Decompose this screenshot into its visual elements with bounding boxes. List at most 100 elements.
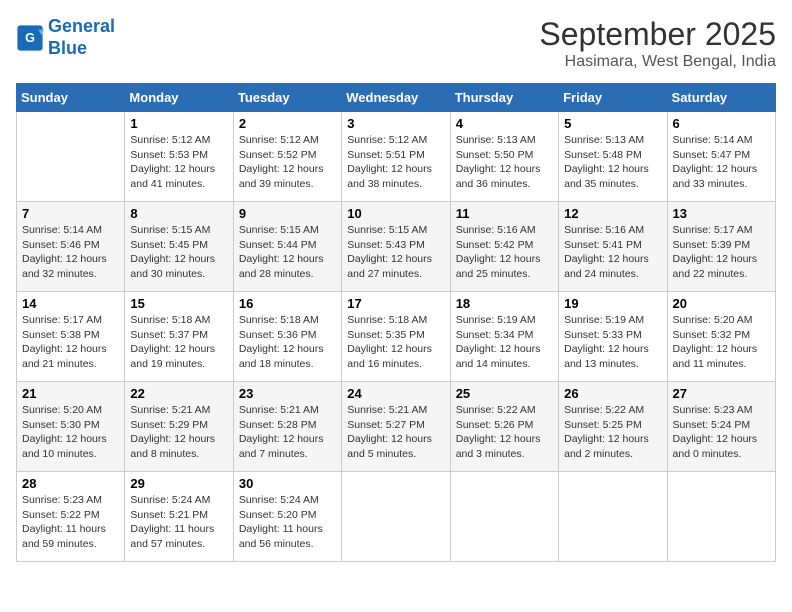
day-info: Sunrise: 5:20 AM Sunset: 5:32 PM Dayligh… bbox=[673, 313, 770, 372]
weekday-header-saturday: Saturday bbox=[667, 84, 775, 112]
day-info: Sunrise: 5:18 AM Sunset: 5:35 PM Dayligh… bbox=[347, 313, 444, 372]
day-number: 26 bbox=[564, 386, 661, 401]
calendar-cell: 23Sunrise: 5:21 AM Sunset: 5:28 PM Dayli… bbox=[233, 382, 341, 472]
calendar-cell: 7 Sunrise: 5:14 AM Sunset: 5:46 PM Daylig… bbox=[17, 202, 125, 292]
calendar-cell: 30 Sunrise: 5:24 AM Sunset: 5:20 PM Dayli… bbox=[233, 472, 341, 562]
day-info: Sunrise: 5:12 AM Sunset: 5:53 PM Dayligh… bbox=[130, 133, 227, 192]
day-number: 30 bbox=[239, 476, 336, 491]
month-title: September 2025 bbox=[539, 16, 776, 53]
weekday-header-tuesday: Tuesday bbox=[233, 84, 341, 112]
weekday-header-wednesday: Wednesday bbox=[342, 84, 450, 112]
day-info: Sunrise: 5:22 AM Sunset: 5:25 PM Dayligh… bbox=[564, 403, 661, 462]
day-number: 21 bbox=[22, 386, 119, 401]
day-number: 11 bbox=[456, 206, 553, 221]
day-info: Sunrise: 5:21 AM Sunset: 5:27 PM Dayligh… bbox=[347, 403, 444, 462]
day-number: 18 bbox=[456, 296, 553, 311]
logo-icon: G bbox=[16, 24, 44, 52]
day-info: Sunrise: 5:13 AM Sunset: 5:50 PM Dayligh… bbox=[456, 133, 553, 192]
day-info: Sunrise: 5:15 AM Sunset: 5:43 PM Dayligh… bbox=[347, 223, 444, 282]
svg-text:G: G bbox=[25, 31, 35, 45]
calendar-cell: 4Sunrise: 5:13 AM Sunset: 5:50 PM Daylig… bbox=[450, 112, 558, 202]
calendar-cell: 29Sunrise: 5:24 AM Sunset: 5:21 PM Dayli… bbox=[125, 472, 233, 562]
day-info: Sunrise: 5:17 AM Sunset: 5:39 PM Dayligh… bbox=[673, 223, 770, 282]
header: G General Blue September 2025 Hasimara, … bbox=[16, 16, 776, 71]
day-info: Sunrise: 5:13 AM Sunset: 5:48 PM Dayligh… bbox=[564, 133, 661, 192]
calendar-cell: 13Sunrise: 5:17 AM Sunset: 5:39 PM Dayli… bbox=[667, 202, 775, 292]
calendar-cell: 14 Sunrise: 5:17 AM Sunset: 5:38 PM Dayli… bbox=[17, 292, 125, 382]
calendar-week-2: 7 Sunrise: 5:14 AM Sunset: 5:46 PM Daylig… bbox=[17, 202, 776, 292]
calendar-cell: 15Sunrise: 5:18 AM Sunset: 5:37 PM Dayli… bbox=[125, 292, 233, 382]
day-info: Sunrise: 5:14 AM Sunset: 5:46 PM Dayligh… bbox=[22, 223, 119, 282]
calendar-cell: 18 Sunrise: 5:19 AM Sunset: 5:34 PM Dayli… bbox=[450, 292, 558, 382]
day-number: 19 bbox=[564, 296, 661, 311]
day-number: 14 bbox=[22, 296, 119, 311]
day-number: 1 bbox=[130, 116, 227, 131]
calendar-cell bbox=[559, 472, 667, 562]
day-number: 17 bbox=[347, 296, 444, 311]
day-info: Sunrise: 5:20 AM Sunset: 5:30 PM Dayligh… bbox=[22, 403, 119, 462]
calendar-cell: 5Sunrise: 5:13 AM Sunset: 5:48 PM Daylig… bbox=[559, 112, 667, 202]
day-info: Sunrise: 5:14 AM Sunset: 5:47 PM Dayligh… bbox=[673, 133, 770, 192]
day-info: Sunrise: 5:17 AM Sunset: 5:38 PM Dayligh… bbox=[22, 313, 119, 372]
calendar-cell: 6 Sunrise: 5:14 AM Sunset: 5:47 PM Daylig… bbox=[667, 112, 775, 202]
calendar-cell: 26 Sunrise: 5:22 AM Sunset: 5:25 PM Dayli… bbox=[559, 382, 667, 472]
calendar-cell: 27 Sunrise: 5:23 AM Sunset: 5:24 PM Dayli… bbox=[667, 382, 775, 472]
day-number: 2 bbox=[239, 116, 336, 131]
day-number: 6 bbox=[673, 116, 770, 131]
day-info: Sunrise: 5:12 AM Sunset: 5:52 PM Dayligh… bbox=[239, 133, 336, 192]
weekday-header-sunday: Sunday bbox=[17, 84, 125, 112]
calendar-cell: 24Sunrise: 5:21 AM Sunset: 5:27 PM Dayli… bbox=[342, 382, 450, 472]
day-number: 12 bbox=[564, 206, 661, 221]
day-info: Sunrise: 5:22 AM Sunset: 5:26 PM Dayligh… bbox=[456, 403, 553, 462]
logo-text: General Blue bbox=[48, 16, 115, 59]
day-info: Sunrise: 5:12 AM Sunset: 5:51 PM Dayligh… bbox=[347, 133, 444, 192]
calendar-table: SundayMondayTuesdayWednesdayThursdayFrid… bbox=[16, 83, 776, 562]
weekday-header-row: SundayMondayTuesdayWednesdayThursdayFrid… bbox=[17, 84, 776, 112]
title-area: September 2025 Hasimara, West Bengal, In… bbox=[539, 16, 776, 71]
day-info: Sunrise: 5:16 AM Sunset: 5:42 PM Dayligh… bbox=[456, 223, 553, 282]
weekday-header-thursday: Thursday bbox=[450, 84, 558, 112]
location-subtitle: Hasimara, West Bengal, India bbox=[539, 53, 776, 71]
day-info: Sunrise: 5:15 AM Sunset: 5:45 PM Dayligh… bbox=[130, 223, 227, 282]
day-number: 27 bbox=[673, 386, 770, 401]
day-number: 29 bbox=[130, 476, 227, 491]
logo: G General Blue bbox=[16, 16, 115, 59]
day-number: 28 bbox=[22, 476, 119, 491]
day-info: Sunrise: 5:15 AM Sunset: 5:44 PM Dayligh… bbox=[239, 223, 336, 282]
calendar-cell: 12 Sunrise: 5:16 AM Sunset: 5:41 PM Dayli… bbox=[559, 202, 667, 292]
day-number: 22 bbox=[130, 386, 227, 401]
weekday-header-monday: Monday bbox=[125, 84, 233, 112]
day-number: 16 bbox=[239, 296, 336, 311]
calendar-cell: 28Sunrise: 5:23 AM Sunset: 5:22 PM Dayli… bbox=[17, 472, 125, 562]
calendar-cell: 2 Sunrise: 5:12 AM Sunset: 5:52 PM Daylig… bbox=[233, 112, 341, 202]
weekday-header-friday: Friday bbox=[559, 84, 667, 112]
day-info: Sunrise: 5:23 AM Sunset: 5:24 PM Dayligh… bbox=[673, 403, 770, 462]
day-number: 15 bbox=[130, 296, 227, 311]
calendar-week-4: 21 Sunrise: 5:20 AM Sunset: 5:30 PM Dayli… bbox=[17, 382, 776, 472]
calendar-cell: 3Sunrise: 5:12 AM Sunset: 5:51 PM Daylig… bbox=[342, 112, 450, 202]
day-info: Sunrise: 5:16 AM Sunset: 5:41 PM Dayligh… bbox=[564, 223, 661, 282]
day-info: Sunrise: 5:21 AM Sunset: 5:29 PM Dayligh… bbox=[130, 403, 227, 462]
calendar-cell: 1 Sunrise: 5:12 AM Sunset: 5:53 PM Daylig… bbox=[125, 112, 233, 202]
calendar-cell: 22 Sunrise: 5:21 AM Sunset: 5:29 PM Dayli… bbox=[125, 382, 233, 472]
calendar-cell: 25Sunrise: 5:22 AM Sunset: 5:26 PM Dayli… bbox=[450, 382, 558, 472]
calendar-cell: 9Sunrise: 5:15 AM Sunset: 5:44 PM Daylig… bbox=[233, 202, 341, 292]
calendar-cell bbox=[667, 472, 775, 562]
day-number: 7 bbox=[22, 206, 119, 221]
day-info: Sunrise: 5:19 AM Sunset: 5:33 PM Dayligh… bbox=[564, 313, 661, 372]
calendar-week-3: 14 Sunrise: 5:17 AM Sunset: 5:38 PM Dayli… bbox=[17, 292, 776, 382]
day-number: 23 bbox=[239, 386, 336, 401]
calendar-week-1: 1 Sunrise: 5:12 AM Sunset: 5:53 PM Daylig… bbox=[17, 112, 776, 202]
calendar-cell: 17 Sunrise: 5:18 AM Sunset: 5:35 PM Dayli… bbox=[342, 292, 450, 382]
day-info: Sunrise: 5:18 AM Sunset: 5:36 PM Dayligh… bbox=[239, 313, 336, 372]
day-number: 20 bbox=[673, 296, 770, 311]
calendar-cell: 11 Sunrise: 5:16 AM Sunset: 5:42 PM Dayli… bbox=[450, 202, 558, 292]
calendar-cell: 20 Sunrise: 5:20 AM Sunset: 5:32 PM Dayli… bbox=[667, 292, 775, 382]
calendar-cell bbox=[450, 472, 558, 562]
calendar-cell bbox=[17, 112, 125, 202]
day-info: Sunrise: 5:19 AM Sunset: 5:34 PM Dayligh… bbox=[456, 313, 553, 372]
calendar-cell: 21 Sunrise: 5:20 AM Sunset: 5:30 PM Dayli… bbox=[17, 382, 125, 472]
day-number: 10 bbox=[347, 206, 444, 221]
calendar-cell: 8Sunrise: 5:15 AM Sunset: 5:45 PM Daylig… bbox=[125, 202, 233, 292]
day-info: Sunrise: 5:24 AM Sunset: 5:20 PM Dayligh… bbox=[239, 493, 336, 552]
